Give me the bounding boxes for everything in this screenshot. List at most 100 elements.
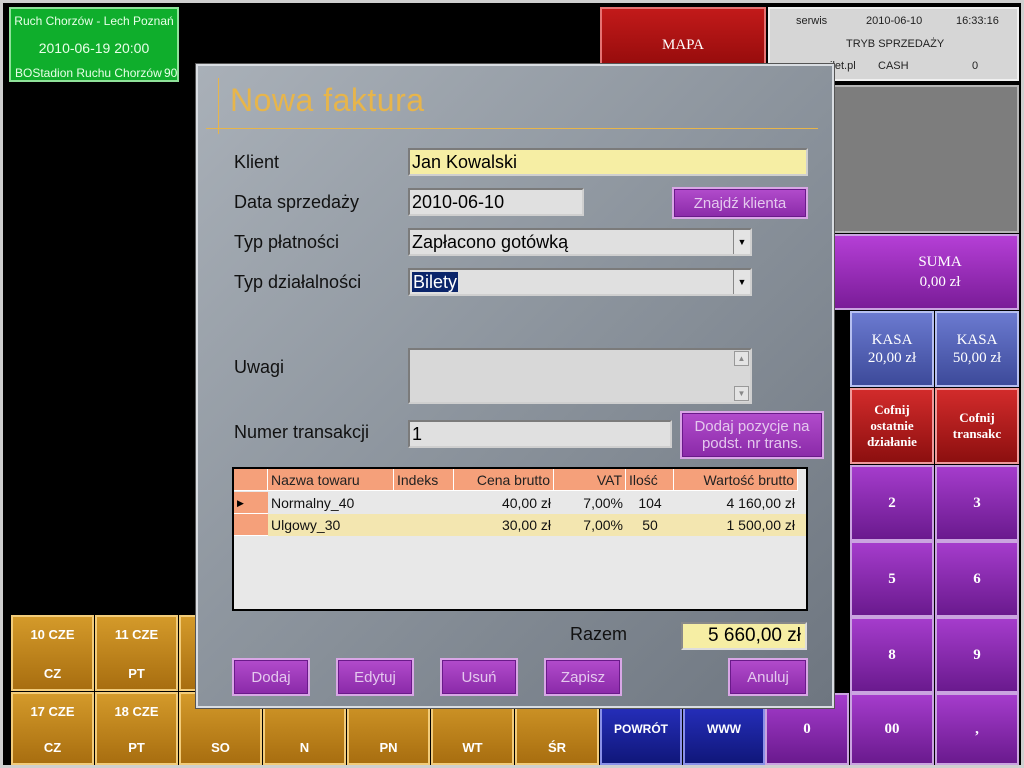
calendar-day[interactable]: 10 CZE CZ bbox=[11, 615, 94, 691]
event-venue-number: 90 bbox=[164, 66, 178, 80]
sale-date-label: Data sprzedaży bbox=[234, 192, 360, 212]
calendar-day[interactable]: 11 CZE PT bbox=[95, 615, 178, 691]
calendar-day[interactable]: 18 CZE PT bbox=[95, 692, 178, 765]
dropdown-arrow-icon[interactable]: ▼ bbox=[733, 270, 750, 294]
edit-button[interactable]: Edytuj bbox=[336, 658, 414, 696]
event-venue: BOStadion Ruchu Chorzów 90 bbox=[15, 66, 178, 80]
cash-20-label: KASA bbox=[871, 332, 913, 348]
display-panel bbox=[833, 85, 1019, 233]
activity-type-select[interactable]: Bilety ▼ bbox=[408, 268, 752, 296]
transaction-number-label: Numer transakcji bbox=[234, 422, 370, 442]
dialog-title: Nowa faktura bbox=[230, 82, 425, 118]
title-decoration-horizontal bbox=[206, 128, 818, 129]
add-button[interactable]: Dodaj bbox=[232, 658, 310, 696]
sum-value: 0,00 zł bbox=[919, 274, 961, 290]
row-qty: 104 bbox=[638, 495, 662, 511]
calendar-date: 10 CZE bbox=[30, 627, 75, 642]
save-button[interactable]: Zapisz bbox=[544, 658, 622, 696]
cash-20-value: 20,00 zł bbox=[867, 350, 917, 366]
transaction-number-field[interactable]: 1 bbox=[408, 420, 672, 448]
calendar-weekday: CZ bbox=[43, 666, 62, 681]
undo-last-button[interactable]: Cofnij ostatnie działanie bbox=[850, 388, 934, 464]
row-name: Ulgowy_30 bbox=[271, 517, 341, 533]
event-info-box[interactable]: Ruch Chorzów - Lech Poznań 2010-06-19 20… bbox=[9, 7, 179, 82]
total-value: 5 660,00 zł bbox=[681, 622, 807, 650]
sale-date-field[interactable]: 2010-06-10 bbox=[408, 188, 584, 216]
row-price: 40,00 zł bbox=[501, 495, 551, 511]
calendar-weekday: CZ bbox=[43, 740, 62, 755]
client-field[interactable]: Jan Kowalski bbox=[408, 148, 808, 176]
notes-textarea[interactable]: ▲ ▼ bbox=[408, 348, 752, 404]
dropdown-arrow-icon[interactable]: ▼ bbox=[733, 230, 750, 254]
add-positions-button[interactable]: Dodaj pozycje na podst. nr trans. bbox=[680, 411, 824, 459]
row-vat: 7,00% bbox=[583, 517, 623, 533]
notes-label: Uwagi bbox=[234, 357, 285, 377]
table-row[interactable]: Ulgowy_30 30,00 zł 7,00% 50 1 500,00 zł bbox=[234, 514, 806, 536]
delete-button[interactable]: Usuń bbox=[440, 658, 518, 696]
row-name: Normalny_40 bbox=[271, 495, 355, 511]
row-indicator bbox=[234, 514, 268, 536]
cancel-button[interactable]: Anuluj bbox=[728, 658, 808, 696]
grid-header: Nazwa towaru Indeks Cena brutto VAT Iloś… bbox=[234, 469, 806, 491]
calendar-weekday: SO bbox=[211, 740, 230, 755]
calendar-weekday: PT bbox=[128, 740, 145, 755]
grid-header-price[interactable]: Cena brutto bbox=[454, 469, 554, 491]
cash-50-button[interactable]: KASA 50,00 zł bbox=[935, 311, 1019, 387]
pos-screen: Ruch Chorzów - Lech Poznań 2010-06-19 20… bbox=[0, 0, 1024, 768]
key-5[interactable]: 5 bbox=[850, 541, 934, 617]
scroll-down-icon[interactable]: ▼ bbox=[734, 386, 749, 401]
status-payment: CASH bbox=[878, 60, 909, 72]
key-2[interactable]: 2 bbox=[850, 465, 934, 541]
row-qty: 50 bbox=[642, 517, 658, 533]
calendar-weekday: PT bbox=[128, 666, 145, 681]
items-grid[interactable]: Nazwa towaru Indeks Cena brutto VAT Iloś… bbox=[232, 467, 808, 611]
grid-header-qty[interactable]: Ilość bbox=[626, 469, 674, 491]
title-decoration-vertical bbox=[218, 78, 219, 134]
row-index bbox=[394, 492, 454, 514]
status-time: 16:33:16 bbox=[956, 15, 999, 27]
key-6[interactable]: 6 bbox=[935, 541, 1019, 617]
find-client-button[interactable]: Znajdź klienta bbox=[672, 187, 808, 219]
calendar-weekday: ŚR bbox=[547, 740, 567, 755]
sum-label: SUMA bbox=[918, 254, 962, 270]
table-row[interactable]: ▶ Normalny_40 40,00 zł 7,00% 104 4 160,0… bbox=[234, 492, 806, 514]
payment-type-label: Typ płatności bbox=[234, 232, 340, 252]
status-mode: TRYB SPRZEDAŻY bbox=[846, 38, 945, 50]
row-value: 1 500,00 zł bbox=[726, 517, 796, 533]
calendar-date: 17 CZE bbox=[30, 704, 75, 719]
status-date: 2010-06-10 bbox=[866, 15, 923, 27]
key-comma[interactable]: , bbox=[935, 693, 1019, 765]
cash-50-label: KASA bbox=[956, 332, 998, 348]
calendar-date: 18 CZE bbox=[114, 704, 159, 719]
cash-20-button[interactable]: KASA 20,00 zł bbox=[850, 311, 934, 387]
activity-type-label: Typ działalności bbox=[234, 272, 362, 292]
key-9[interactable]: 9 bbox=[935, 617, 1019, 693]
new-invoice-dialog: Nowa faktura Klient Jan Kowalski Data sp… bbox=[196, 64, 834, 708]
status-count: 0 bbox=[972, 60, 979, 72]
key-00[interactable]: 00 bbox=[850, 693, 934, 765]
calendar-date: 11 CZE bbox=[114, 627, 159, 642]
row-index bbox=[394, 514, 454, 536]
calendar-weekday: N bbox=[299, 740, 310, 755]
row-vat: 7,00% bbox=[583, 495, 623, 511]
cash-50-value: 50,00 zł bbox=[952, 350, 1002, 366]
calendar-day[interactable]: 17 CZE CZ bbox=[11, 692, 94, 765]
undo-transaction-button[interactable]: Cofnij transakc bbox=[935, 388, 1019, 464]
event-name: Ruch Chorzów - Lech Poznań bbox=[14, 14, 174, 28]
calendar-weekday: WT bbox=[462, 740, 483, 755]
key-8[interactable]: 8 bbox=[850, 617, 934, 693]
key-3[interactable]: 3 bbox=[935, 465, 1019, 541]
grid-header-indicator bbox=[234, 469, 268, 491]
grid-header-value[interactable]: Wartość brutto bbox=[674, 469, 798, 491]
grid-header-index[interactable]: Indeks bbox=[394, 469, 454, 491]
row-price: 30,00 zł bbox=[501, 517, 551, 533]
total-label: Razem bbox=[570, 624, 628, 644]
calendar-weekday: PN bbox=[379, 740, 398, 755]
payment-type-value: Zapłacono gotówką bbox=[412, 232, 569, 252]
client-label: Klient bbox=[234, 152, 280, 172]
event-date: 2010-06-19 20:00 bbox=[38, 40, 150, 56]
scroll-up-icon[interactable]: ▲ bbox=[734, 351, 749, 366]
grid-header-name[interactable]: Nazwa towaru bbox=[268, 469, 394, 491]
grid-header-vat[interactable]: VAT bbox=[554, 469, 626, 491]
payment-type-select[interactable]: Zapłacono gotówką ▼ bbox=[408, 228, 752, 256]
